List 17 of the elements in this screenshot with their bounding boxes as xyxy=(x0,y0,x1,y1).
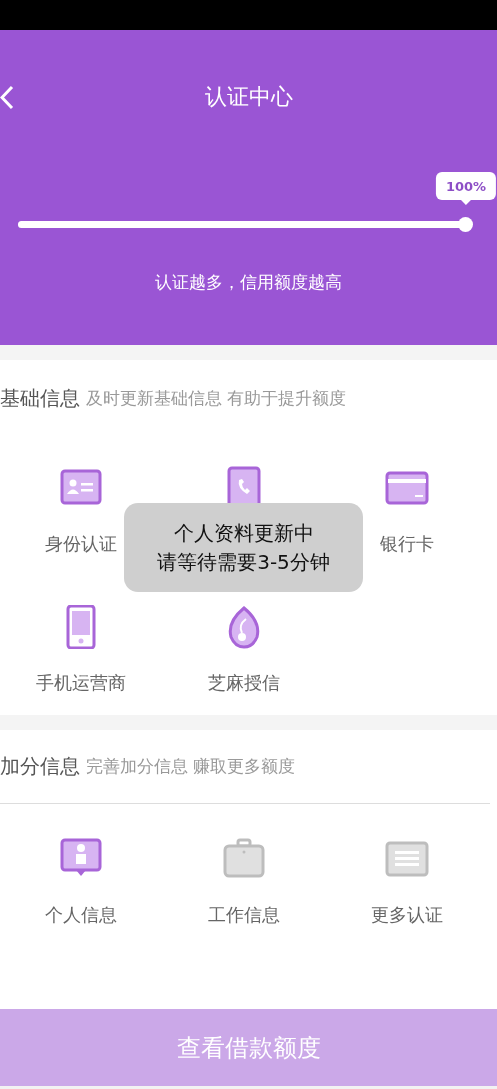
auth-item-label[interactable]: 工作信息 xyxy=(208,901,280,929)
section-hint: 及时更新基础信息 有助于提升额度 xyxy=(86,386,347,410)
header-subtitle: 认证越多，信用额度越高 xyxy=(154,271,343,294)
section-title: 加分信息 xyxy=(0,753,80,780)
percent-badge: 100% xyxy=(435,172,497,200)
auth-item-label[interactable]: 手机运营商 xyxy=(36,669,127,697)
back-icon[interactable] xyxy=(0,85,14,110)
auth-item-label[interactable]: 芝麻授信 xyxy=(208,669,280,697)
auth-item-label[interactable]: 更多认证 xyxy=(370,901,443,929)
page-title: 认证中心 xyxy=(204,83,293,111)
section-title: 基础信息 xyxy=(0,384,80,412)
badge-pointer-icon xyxy=(461,200,471,205)
auth-item-label[interactable]: 身份认证 xyxy=(45,530,118,558)
section-hint: 完善加分信息 赚取更多额度 xyxy=(86,755,296,778)
auth-item-label[interactable]: 个人信息 xyxy=(45,901,118,929)
auth-item-label[interactable]: 银行卡 xyxy=(379,530,434,558)
toast-message: 个人资料更新中 请等待需要3-5分钟 xyxy=(124,503,363,592)
